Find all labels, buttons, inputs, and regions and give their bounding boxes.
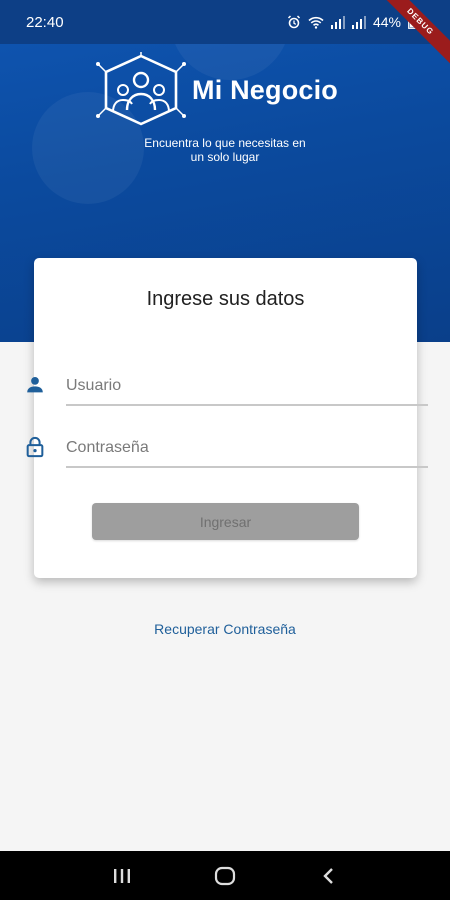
password-field[interactable] <box>24 422 428 472</box>
lock-icon <box>26 436 44 458</box>
signal-icon <box>330 15 345 29</box>
login-title: Ingrese sus datos <box>146 288 305 310</box>
person-icon <box>27 377 43 393</box>
username-field[interactable] <box>24 360 428 410</box>
alarm-icon <box>287 15 301 29</box>
app-name: Mi Negocio <box>192 74 339 105</box>
battery-text: 44% <box>372 14 401 30</box>
back-icon[interactable] <box>308 861 348 891</box>
system-navigation-bar <box>0 851 450 900</box>
app-logo: Mi Negocio <box>96 50 366 130</box>
status-time: 22:40 <box>26 13 64 31</box>
recents-icon[interactable] <box>102 861 142 891</box>
tagline-line-1: Encuentra lo que necesitas en <box>144 136 306 150</box>
home-icon[interactable] <box>205 861 245 891</box>
username-input[interactable] <box>66 368 428 406</box>
login-button[interactable]: Ingresar <box>92 503 359 540</box>
tagline: Encuentra lo que necesitas en un solo lu… <box>0 136 450 164</box>
recover-password-link[interactable]: Recuperar Contraseña <box>0 621 450 637</box>
wifi-icon <box>308 16 324 29</box>
status-bar: 22:40 44% <box>0 0 450 44</box>
logo-people-icon <box>96 52 186 126</box>
password-input[interactable] <box>66 430 428 468</box>
signal-icon <box>351 15 366 29</box>
tagline-line-2: un solo lugar <box>190 150 260 164</box>
